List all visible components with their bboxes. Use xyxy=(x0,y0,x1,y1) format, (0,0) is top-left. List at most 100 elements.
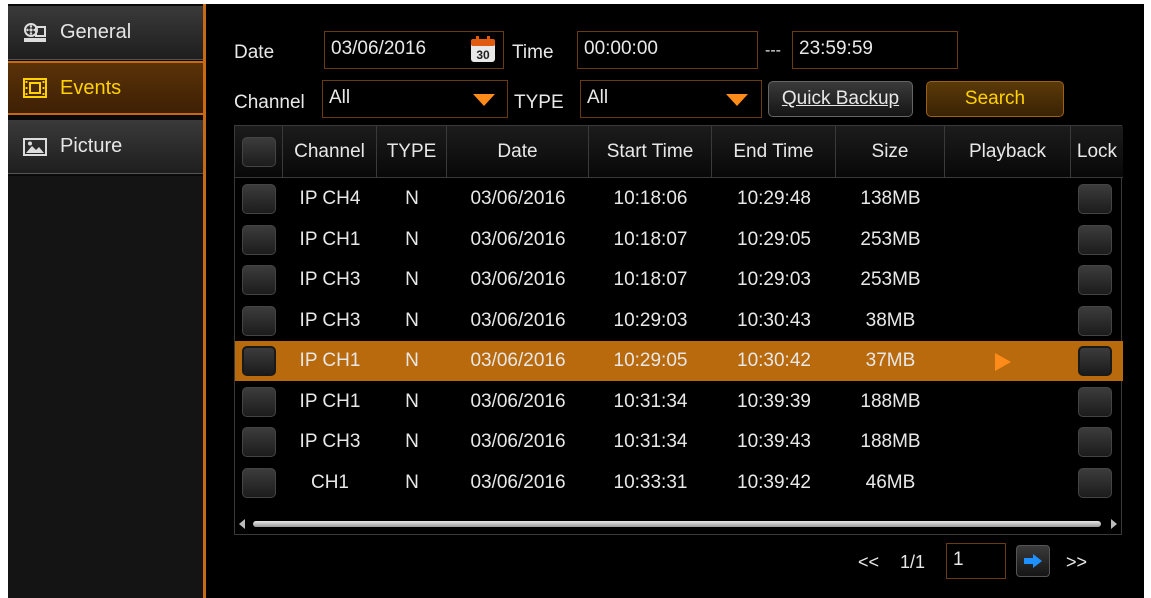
type-label: TYPE xyxy=(514,92,564,113)
table-row[interactable]: IP CH3 N 03/06/2016 10:18:07 10:29:03 253MB xyxy=(235,260,1123,300)
date-label: Date xyxy=(234,42,275,63)
row-checkbox[interactable] xyxy=(242,265,276,295)
select-all-checkbox[interactable] xyxy=(242,137,276,167)
cell-channel: CH1 xyxy=(310,471,349,493)
cell-date: 03/06/2016 xyxy=(470,431,566,452)
cell-size: 253MB xyxy=(860,228,921,250)
film-strip-icon xyxy=(20,76,50,100)
last-page-button[interactable]: >> xyxy=(1066,552,1087,573)
first-page-button[interactable]: << xyxy=(858,552,879,573)
sidebar-fill xyxy=(8,176,203,598)
page-info: 1/1 xyxy=(900,552,926,572)
table-row[interactable]: IP CH3 N 03/06/2016 10:29:03 10:30:43 38MB xyxy=(235,301,1123,341)
channel-dropdown-arrow-icon[interactable] xyxy=(473,94,495,106)
page-number-input[interactable]: 1 xyxy=(946,543,1006,579)
cell-end-time: 10:29:03 xyxy=(737,269,811,290)
cell-channel: IP CH1 xyxy=(299,350,361,371)
scroll-left-arrow-icon[interactable] xyxy=(239,519,245,529)
row-checkbox[interactable] xyxy=(242,184,276,214)
sidebar-divider xyxy=(203,4,206,598)
table-row[interactable]: CH1 N 03/06/2016 10:33:31 10:39:42 46MB xyxy=(235,463,1123,503)
type-dropdown-arrow-icon[interactable] xyxy=(726,94,748,106)
column-header-date[interactable]: Date xyxy=(447,126,589,178)
cell-date: 03/06/2016 xyxy=(470,390,566,412)
search-button[interactable]: Search xyxy=(926,81,1064,117)
column-header-type[interactable]: TYPE xyxy=(377,126,447,178)
lock-checkbox[interactable] xyxy=(1078,305,1112,336)
cell-channel: IP CH1 xyxy=(299,228,361,250)
table-row[interactable]: IP CH1 N 03/06/2016 10:31:34 10:39:39 188MB xyxy=(235,382,1123,422)
lock-checkbox[interactable] xyxy=(1078,467,1112,498)
lock-checkbox[interactable] xyxy=(1078,386,1112,417)
cell-start-time: 10:18:07 xyxy=(613,228,688,250)
select-all-cell xyxy=(235,126,283,178)
cell-type: N xyxy=(405,471,419,493)
cell-start-time: 10:31:34 xyxy=(613,390,688,412)
sidebar-item-events[interactable]: Events xyxy=(8,61,203,115)
cell-end-time: 10:29:48 xyxy=(737,188,811,209)
cell-end-time: 10:29:05 xyxy=(737,228,811,250)
quick-backup-button[interactable]: Quick Backup xyxy=(768,81,913,117)
column-header-channel[interactable]: Channel xyxy=(283,126,377,178)
sidebar-item-label: Picture xyxy=(60,135,123,157)
cell-size: 253MB xyxy=(860,269,921,290)
table-row[interactable]: IP CH3 N 03/06/2016 10:31:34 10:39:43 188MB xyxy=(235,422,1123,462)
cell-start-time: 10:31:34 xyxy=(613,431,688,452)
calendar-icon[interactable]: 30 xyxy=(470,35,496,63)
cell-channel: IP CH3 xyxy=(299,269,361,290)
channel-value: All xyxy=(329,87,351,108)
time-end-field[interactable]: 23:59:59 xyxy=(792,31,958,69)
cell-channel: IP CH1 xyxy=(299,390,361,412)
column-header-start-time[interactable]: Start Time xyxy=(589,126,712,178)
lock-checkbox[interactable] xyxy=(1078,224,1112,255)
time-label: Time xyxy=(512,42,554,63)
picture-icon xyxy=(20,135,50,159)
table-row[interactable]: IP CH1 N 03/06/2016 10:18:07 10:29:05 253MB xyxy=(235,220,1123,260)
row-checkbox[interactable] xyxy=(242,305,276,336)
cell-date: 03/06/2016 xyxy=(470,188,566,209)
type-value: All xyxy=(587,87,609,108)
column-header-playback[interactable]: Playback xyxy=(945,126,1071,178)
cell-date: 03/06/2016 xyxy=(470,228,566,250)
sidebar-item-picture[interactable]: Picture xyxy=(8,120,203,174)
cell-channel: IP CH3 xyxy=(299,431,361,452)
row-checkbox[interactable] xyxy=(242,346,276,376)
cell-date: 03/06/2016 xyxy=(470,471,566,493)
time-start-value: 00:00:00 xyxy=(584,38,658,59)
lock-checkbox[interactable] xyxy=(1078,184,1112,214)
play-icon[interactable] xyxy=(995,353,1011,371)
scroll-right-arrow-icon[interactable] xyxy=(1111,519,1117,529)
sidebar-item-general[interactable]: General xyxy=(8,6,203,60)
cell-type: N xyxy=(405,188,419,209)
film-reel-icon xyxy=(20,21,50,45)
page-number-value: 1 xyxy=(953,549,964,570)
row-checkbox[interactable] xyxy=(242,427,276,457)
cell-start-time: 10:18:07 xyxy=(613,269,688,290)
cell-end-time: 10:39:43 xyxy=(737,431,811,452)
cell-size: 46MB xyxy=(865,471,916,493)
column-header-end-time[interactable]: End Time xyxy=(712,126,836,178)
horizontal-scrollbar[interactable] xyxy=(239,518,1117,530)
date-value: 03/06/2016 xyxy=(331,38,427,59)
lock-checkbox[interactable] xyxy=(1078,265,1112,295)
cell-start-time: 10:29:05 xyxy=(613,350,688,371)
cell-date: 03/06/2016 xyxy=(470,350,566,371)
row-checkbox[interactable] xyxy=(242,224,276,255)
lock-checkbox[interactable] xyxy=(1078,427,1112,457)
cell-type: N xyxy=(405,431,419,452)
row-checkbox[interactable] xyxy=(242,467,276,498)
lock-checkbox[interactable] xyxy=(1078,346,1112,376)
table-header: Channel TYPE Date Start Time End Time Si… xyxy=(235,126,1123,178)
scroll-thumb[interactable] xyxy=(253,521,1101,527)
go-page-button[interactable] xyxy=(1016,545,1050,577)
cell-type: N xyxy=(405,390,419,412)
table-row[interactable]: IP CH4 N 03/06/2016 10:18:06 10:29:48 138MB xyxy=(235,179,1123,219)
column-header-size[interactable]: Size xyxy=(836,126,945,178)
table-row[interactable]: IP CH1 N 03/06/2016 10:29:05 10:30:42 37MB xyxy=(235,341,1123,381)
row-checkbox[interactable] xyxy=(242,386,276,417)
time-start-field[interactable]: 00:00:00 xyxy=(577,31,758,69)
dvr-screen: General Events Picture Date 03/06/2016 3… xyxy=(8,4,1144,598)
column-header-lock[interactable]: Lock xyxy=(1071,126,1123,178)
sidebar-item-label: General xyxy=(60,21,132,43)
cell-size: 188MB xyxy=(860,431,921,452)
